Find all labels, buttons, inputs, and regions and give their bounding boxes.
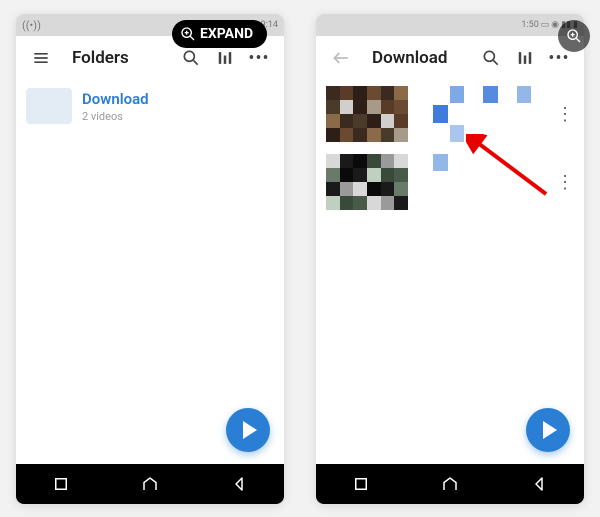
page-title: Folders	[72, 48, 129, 68]
search-button[interactable]	[474, 41, 508, 75]
search-icon	[181, 48, 201, 68]
expand-label: EXPAND	[200, 26, 253, 42]
folder-name: Download	[82, 90, 149, 108]
equalizer-icon	[515, 48, 535, 68]
home-button[interactable]	[441, 475, 459, 493]
zoom-in-icon	[566, 28, 582, 44]
cast-icon: ▭	[541, 20, 550, 30]
back-arrow-button[interactable]	[324, 41, 358, 75]
navigation-bar	[16, 464, 284, 504]
folder-icon	[26, 88, 72, 124]
broadcast-icon: ((•))	[22, 19, 41, 32]
page-title: Download	[372, 48, 447, 68]
recent-apps-button[interactable]	[52, 475, 70, 493]
screenshot-right: 1:50 ▭ ◉ ▮▮ ▮ Download •••	[316, 14, 584, 504]
content-area: ⋮ ⋮	[316, 80, 584, 464]
annotation-arrow-icon	[466, 134, 556, 204]
item-more-button[interactable]: ⋮	[556, 172, 574, 193]
more-horizontal-icon: •••	[248, 48, 269, 69]
expand-button[interactable]: EXPAND	[172, 20, 267, 48]
arrow-left-icon	[331, 48, 351, 68]
folder-meta: 2 videos	[82, 110, 149, 123]
zoom-button[interactable]	[558, 20, 590, 52]
navigation-bar	[316, 464, 584, 504]
play-fab[interactable]	[526, 408, 570, 452]
toolbar: Download •••	[316, 36, 584, 80]
more-horizontal-icon: •••	[548, 48, 569, 69]
home-button[interactable]	[141, 475, 159, 493]
item-more-button[interactable]: ⋮	[556, 104, 574, 125]
content-area: Download 2 videos	[16, 80, 284, 464]
status-time: 1:50	[521, 20, 538, 30]
video-thumbnail	[326, 86, 408, 142]
play-fab[interactable]	[226, 408, 270, 452]
back-button[interactable]	[530, 475, 548, 493]
recent-apps-button[interactable]	[352, 475, 370, 493]
play-icon	[243, 421, 257, 439]
play-icon	[543, 421, 557, 439]
equalizer-icon	[215, 48, 235, 68]
screenshot-left: ((•)) 9:14 Folders ••• Download 2 videos	[16, 14, 284, 504]
search-icon	[481, 48, 501, 68]
menu-button[interactable]	[24, 41, 58, 75]
video-thumbnail	[326, 154, 408, 210]
view-toggle-button[interactable]	[508, 41, 542, 75]
hamburger-icon	[31, 48, 51, 68]
back-button[interactable]	[230, 475, 248, 493]
status-bar: 1:50 ▭ ◉ ▮▮ ▮	[316, 14, 584, 36]
wifi-icon: ◉	[551, 20, 559, 30]
folder-row-download[interactable]: Download 2 videos	[16, 80, 284, 132]
zoom-in-icon	[180, 26, 196, 42]
